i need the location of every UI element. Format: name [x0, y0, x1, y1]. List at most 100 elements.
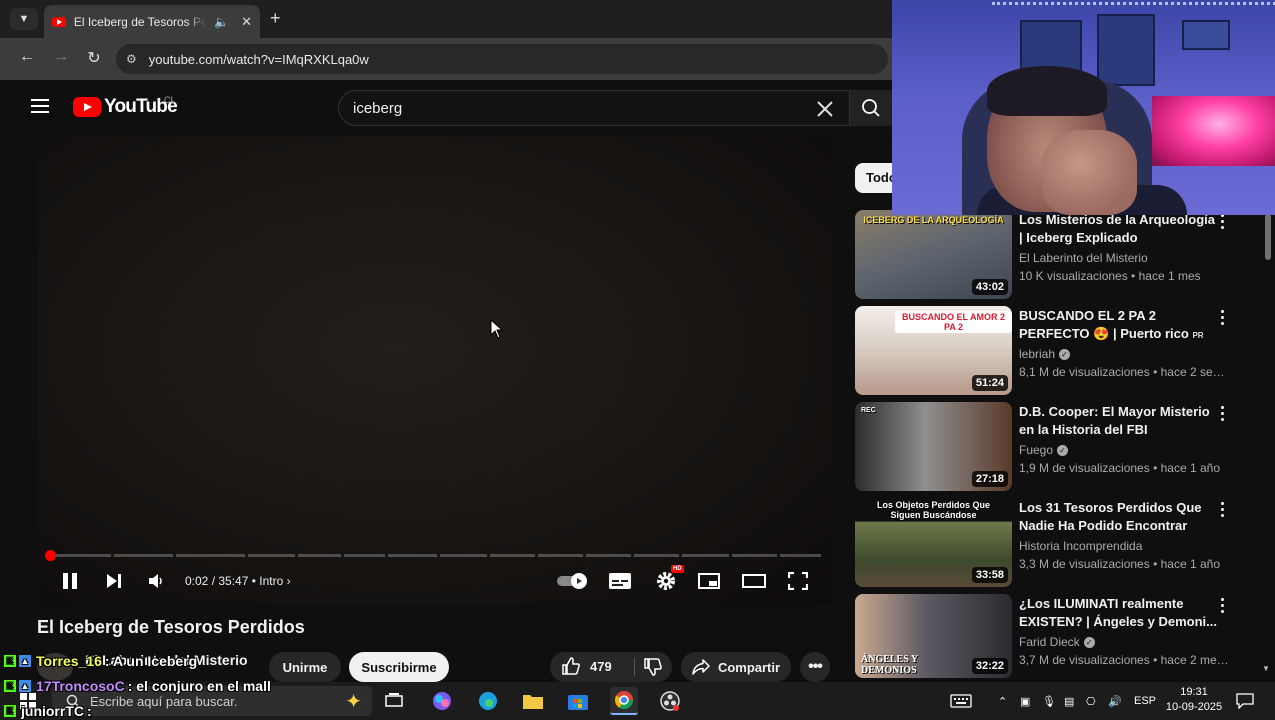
country-tag: PR: [1192, 331, 1204, 340]
more-options-icon[interactable]: [1219, 310, 1225, 325]
chapter-marker: [245, 554, 248, 557]
chapter-title[interactable]: Intro: [259, 574, 283, 588]
subscribe-button[interactable]: Suscribirme: [349, 652, 449, 682]
dislike-button[interactable]: [644, 658, 662, 681]
clear-search-icon[interactable]: [815, 99, 835, 119]
sidebar-scrollbar[interactable]: [1262, 212, 1272, 678]
reload-icon[interactable]: ↻: [83, 48, 105, 68]
recommendation-channel[interactable]: lebriah ✓: [1019, 347, 1071, 361]
scroll-down-arrow-icon[interactable]: ▼: [1262, 664, 1270, 673]
chrome-icon[interactable]: [610, 687, 638, 715]
chapter-marker: [437, 554, 440, 557]
recommendation-title[interactable]: ¿Los ILUMINATI realmente EXISTEN? | Ánge…: [1019, 595, 1219, 631]
thumbnail-text: BUSCANDO EL AMOR 2 PA 2: [895, 311, 1012, 333]
theater-mode-icon[interactable]: [742, 569, 766, 593]
sparkle-icon[interactable]: ✦: [345, 689, 362, 714]
video-duration: 43:02: [971, 279, 1008, 295]
like-button[interactable]: 479: [562, 657, 612, 675]
volume-icon[interactable]: [146, 569, 166, 593]
notifications-icon[interactable]: [1236, 682, 1254, 720]
network-icon[interactable]: ⎔: [1086, 682, 1096, 720]
task-view-icon[interactable]: [380, 687, 408, 715]
recommendation-title[interactable]: D.B. Cooper: El Mayor Misterio en la His…: [1019, 403, 1219, 439]
more-options-icon[interactable]: [1219, 598, 1225, 613]
browser-tab-bar: ▼ El Iceberg de Tesoros Perdidos 🔈 ✕ +: [0, 0, 892, 38]
fullscreen-icon[interactable]: [787, 569, 809, 593]
channel-name: Historia Incomprendida: [1019, 539, 1143, 553]
recommendation-title[interactable]: Los 31 Tesoros Perdidos Que Nadie Ha Pod…: [1019, 499, 1219, 535]
search-button[interactable]: [850, 90, 892, 126]
edge-browser-icon[interactable]: [474, 687, 502, 715]
chapter-chevron-icon[interactable]: ›: [287, 574, 291, 588]
autoplay-toggle-icon[interactable]: [557, 569, 589, 593]
miniplayer-icon[interactable]: [697, 569, 721, 593]
tray-chevron-up-icon[interactable]: ⌃: [998, 682, 1007, 720]
wall-poster: [1097, 14, 1155, 86]
hd-badge: HD: [671, 565, 684, 573]
obs-studio-icon[interactable]: [656, 687, 684, 715]
microphone-icon[interactable]: 🎙: [1042, 682, 1056, 720]
recommendation-channel[interactable]: El Laberinto del Misterio: [1019, 251, 1148, 265]
neon-monitor: [1152, 96, 1275, 166]
speaker-icon[interactable]: 🔈: [214, 15, 229, 29]
chat-username: Torres_16: [36, 652, 102, 669]
next-video-icon[interactable]: [105, 569, 123, 593]
recommendation-item[interactable]: REC 27:18 D.B. Cooper: El Mayor Misterio…: [855, 402, 1255, 492]
recommendation-item[interactable]: ICEBERG DE LA ARQUEOLOGÍA 43:02 Los Mist…: [855, 210, 1255, 300]
chat-line: K juniorrTC :: [4, 698, 271, 720]
store-icon[interactable]: [564, 687, 592, 715]
antivirus-icon[interactable]: ▤: [1064, 682, 1074, 720]
chapter-marker: [535, 554, 538, 557]
keyboard-icon[interactable]: [950, 682, 972, 720]
progress-bar[interactable]: [45, 550, 821, 561]
video-thumbnail[interactable]: ICEBERG DE LA ARQUEOLOGÍA 43:02: [855, 210, 1012, 299]
scrollbar-thumb[interactable]: [1265, 214, 1271, 260]
recommendation-title[interactable]: BUSCANDO EL 2 PA 2 PERFECTO 😍 | Puerto r…: [1019, 307, 1219, 343]
video-thumbnail[interactable]: REC 27:18: [855, 402, 1012, 491]
subtitles-icon[interactable]: [609, 569, 631, 593]
video-thumbnail[interactable]: ÁNGELES Y DEMONIOS 32:22: [855, 594, 1012, 678]
join-button[interactable]: Unirme: [269, 652, 341, 682]
recommendation-title[interactable]: Los Misterios de la Arqueología | Iceber…: [1019, 211, 1219, 247]
address-bar[interactable]: ⚙ youtube.com/watch?v=IMqRXKLqa0w: [116, 44, 888, 74]
recommendation-meta: 10 K visualizaciones • hace 1 mes: [1019, 269, 1201, 283]
title-text: BUSCANDO EL 2 PA 2 PERFECTO 😍 | Puerto r…: [1019, 308, 1189, 341]
more-actions-icon[interactable]: •••: [800, 652, 830, 682]
taskbar-clock[interactable]: 19:31 10-09-2025: [1164, 685, 1224, 715]
screen: ▼ El Iceberg de Tesoros Perdidos 🔈 ✕ + ←…: [0, 0, 1275, 720]
forward-arrow-icon[interactable]: →: [50, 48, 72, 66]
tab-search-button[interactable]: ▼: [10, 8, 38, 30]
recommendation-channel[interactable]: Fuego ✓: [1019, 443, 1069, 457]
back-arrow-icon[interactable]: ←: [16, 48, 38, 66]
pause-icon[interactable]: [61, 569, 79, 593]
verified-check-icon: ✓: [1083, 636, 1095, 648]
recommendation-item[interactable]: BUSCANDO EL AMOR 2 PA 2 51:24 BUSCANDO E…: [855, 306, 1255, 396]
camera-tray-icon[interactable]: ▣: [1020, 682, 1030, 720]
subscriber-badge-icon: ▲: [19, 679, 31, 692]
video-thumbnail[interactable]: Los Objetos Perdidos Que Siguen Buscándo…: [855, 498, 1012, 587]
copilot-icon[interactable]: [428, 687, 456, 715]
recommendation-item[interactable]: ÁNGELES Y DEMONIOS 32:22 ¿Los ILUMINATI …: [855, 594, 1255, 678]
video-player[interactable]: 0:02 / 35:47 • Intro › HD: [37, 135, 833, 605]
youtube-logo[interactable]: YouTube: [73, 96, 178, 118]
recommendation-item[interactable]: Los Objetos Perdidos Que Siguen Buscándo…: [855, 498, 1255, 588]
new-tab-button[interactable]: +: [270, 8, 281, 29]
file-explorer-icon[interactable]: [519, 687, 547, 715]
close-tab-icon[interactable]: ✕: [241, 14, 252, 30]
browser-tab-active[interactable]: El Iceberg de Tesoros Perdidos 🔈 ✕: [44, 5, 260, 38]
share-button[interactable]: Compartir: [681, 652, 791, 682]
more-options-icon[interactable]: [1219, 502, 1225, 517]
chat-message: :: [87, 702, 92, 719]
recommendation-channel[interactable]: Farid Dieck ✓: [1019, 635, 1095, 649]
volume-tray-icon[interactable]: 🔊: [1108, 682, 1122, 720]
menu-icon[interactable]: [31, 99, 49, 113]
video-thumbnail[interactable]: BUSCANDO EL AMOR 2 PA 2 51:24: [855, 306, 1012, 395]
youtube-header: YouTube CL iceberg: [0, 80, 892, 136]
search-input[interactable]: iceberg: [338, 90, 850, 126]
more-options-icon[interactable]: [1219, 406, 1225, 421]
more-options-icon[interactable]: [1219, 214, 1225, 229]
recommendation-channel[interactable]: Historia Incomprendida: [1019, 539, 1142, 553]
scrubber-handle[interactable]: [45, 550, 56, 561]
input-language[interactable]: ESP: [1134, 682, 1156, 720]
site-info-icon[interactable]: ⚙: [126, 52, 137, 66]
